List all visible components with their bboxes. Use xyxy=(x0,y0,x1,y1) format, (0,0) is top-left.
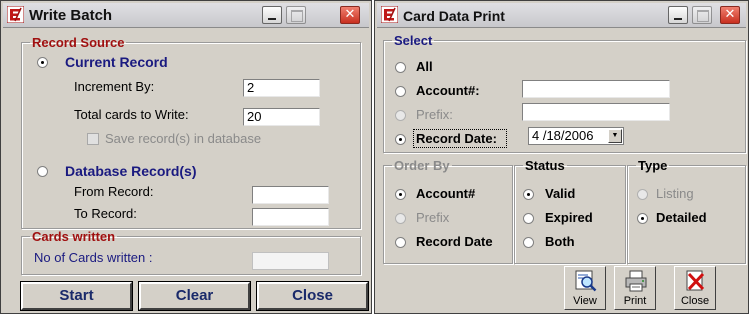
close-label: Close xyxy=(680,295,710,307)
window-title: Write Batch xyxy=(29,7,113,24)
order-record-date-radio[interactable] xyxy=(395,237,406,248)
chevron-down-icon[interactable]: ▼ xyxy=(608,129,622,143)
close-window-button[interactable]: ✕ xyxy=(340,6,360,24)
account-radio[interactable] xyxy=(395,86,406,97)
type-listing-label: Listing xyxy=(656,186,694,201)
type-detailed-label: Detailed xyxy=(656,210,707,225)
window-title: Card Data Print xyxy=(403,8,505,24)
total-cards-label: Total cards to Write: xyxy=(74,107,189,122)
minimize-icon xyxy=(674,18,682,20)
status-expired-label: Expired xyxy=(545,210,593,225)
status-expired-radio[interactable] xyxy=(523,213,534,224)
clear-button[interactable]: Clear xyxy=(139,282,250,310)
order-prefix-label: Prefix xyxy=(416,210,450,225)
current-record-label: Current Record xyxy=(65,54,168,70)
status-valid-radio[interactable] xyxy=(523,189,534,200)
total-cards-input[interactable]: 20 xyxy=(243,108,320,126)
from-record-label: From Record: xyxy=(74,184,154,199)
order-account-radio[interactable] xyxy=(395,189,406,200)
record-source-legend: Record Source xyxy=(32,35,125,50)
maximize-icon xyxy=(697,10,709,22)
close-button[interactable]: Close xyxy=(257,282,368,310)
view-label: View xyxy=(573,295,597,307)
type-detailed-radio[interactable] xyxy=(637,213,648,224)
view-button[interactable]: View xyxy=(564,266,606,310)
status-valid-label: Valid xyxy=(545,186,576,201)
maximize-icon xyxy=(291,10,303,22)
from-record-input[interactable] xyxy=(252,186,329,204)
minimize-button[interactable] xyxy=(262,6,282,24)
status-both-label: Both xyxy=(545,234,575,249)
order-prefix-radio[interactable] xyxy=(395,213,406,224)
close-icon: ✕ xyxy=(724,7,736,22)
start-button[interactable]: Start xyxy=(21,282,132,310)
status-both-radio[interactable] xyxy=(523,237,534,248)
database-records-label: Database Record(s) xyxy=(65,163,197,179)
record-date-value: 4 /18/2006 xyxy=(532,128,594,143)
close-x-icon xyxy=(686,270,705,291)
printer-icon xyxy=(625,270,647,292)
all-radio[interactable] xyxy=(395,62,406,73)
increment-by-input[interactable]: 2 xyxy=(243,79,320,97)
cards-written-count-label: No of Cards written : xyxy=(34,250,153,265)
maximize-button xyxy=(286,6,306,24)
all-label: All xyxy=(416,59,433,74)
minimize-icon xyxy=(268,18,276,20)
to-record-input[interactable] xyxy=(252,208,329,226)
title-bar[interactable]: Write Batch ✕ xyxy=(3,3,369,28)
maximize-button xyxy=(692,6,712,24)
prefix-label: Prefix: xyxy=(416,107,453,122)
record-date-picker[interactable]: 4 /18/2006 ▼ xyxy=(528,127,624,145)
prefix-input[interactable] xyxy=(522,103,670,121)
cards-written-count-value xyxy=(252,252,329,270)
close-icon: ✕ xyxy=(344,7,356,22)
close-window-button[interactable]: ✕ xyxy=(720,6,740,24)
write-batch-window: Write Batch ✕ Record Source Current Reco… xyxy=(0,0,372,314)
to-record-label: To Record: xyxy=(74,206,137,221)
type-listing-radio[interactable] xyxy=(637,189,648,200)
status-legend: Status xyxy=(525,158,565,173)
account-label: Account#: xyxy=(416,83,480,98)
record-date-radio[interactable] xyxy=(395,134,406,145)
database-records-radio[interactable] xyxy=(37,166,48,177)
print-label: Print xyxy=(623,295,647,307)
card-data-print-window: Card Data Print ✕ Select All Account#: P… xyxy=(374,0,749,314)
title-bar[interactable]: Card Data Print ✕ xyxy=(377,3,746,28)
save-records-checkbox[interactable] xyxy=(87,133,99,145)
increment-by-label: Increment By: xyxy=(74,79,155,94)
close-toolbar-button[interactable]: Close xyxy=(674,266,716,310)
minimize-button[interactable] xyxy=(668,6,688,24)
order-account-label: Account# xyxy=(416,186,476,201)
print-button[interactable]: Print xyxy=(614,266,656,310)
order-record-date-label: Record Date xyxy=(416,234,493,249)
save-records-label: Save record(s) in database xyxy=(105,131,262,146)
app-logo-icon xyxy=(7,6,24,23)
account-input[interactable] xyxy=(522,80,670,98)
app-logo-icon xyxy=(381,6,398,23)
type-legend: Type xyxy=(638,158,668,173)
view-magnifier-icon xyxy=(575,270,597,292)
order-by-legend: Order By xyxy=(394,158,450,173)
prefix-radio[interactable] xyxy=(395,110,406,121)
current-record-radio[interactable] xyxy=(37,57,48,68)
focus-outline xyxy=(413,129,507,148)
select-legend: Select xyxy=(394,33,433,48)
cards-written-legend: Cards written xyxy=(32,229,116,244)
